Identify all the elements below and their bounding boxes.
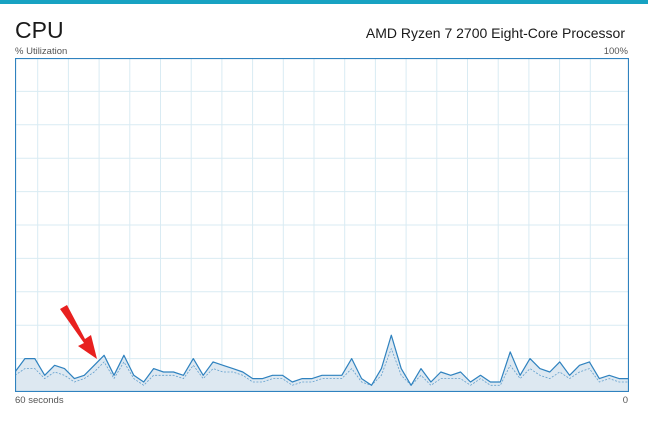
- annotation-arrow-icon: [60, 305, 97, 359]
